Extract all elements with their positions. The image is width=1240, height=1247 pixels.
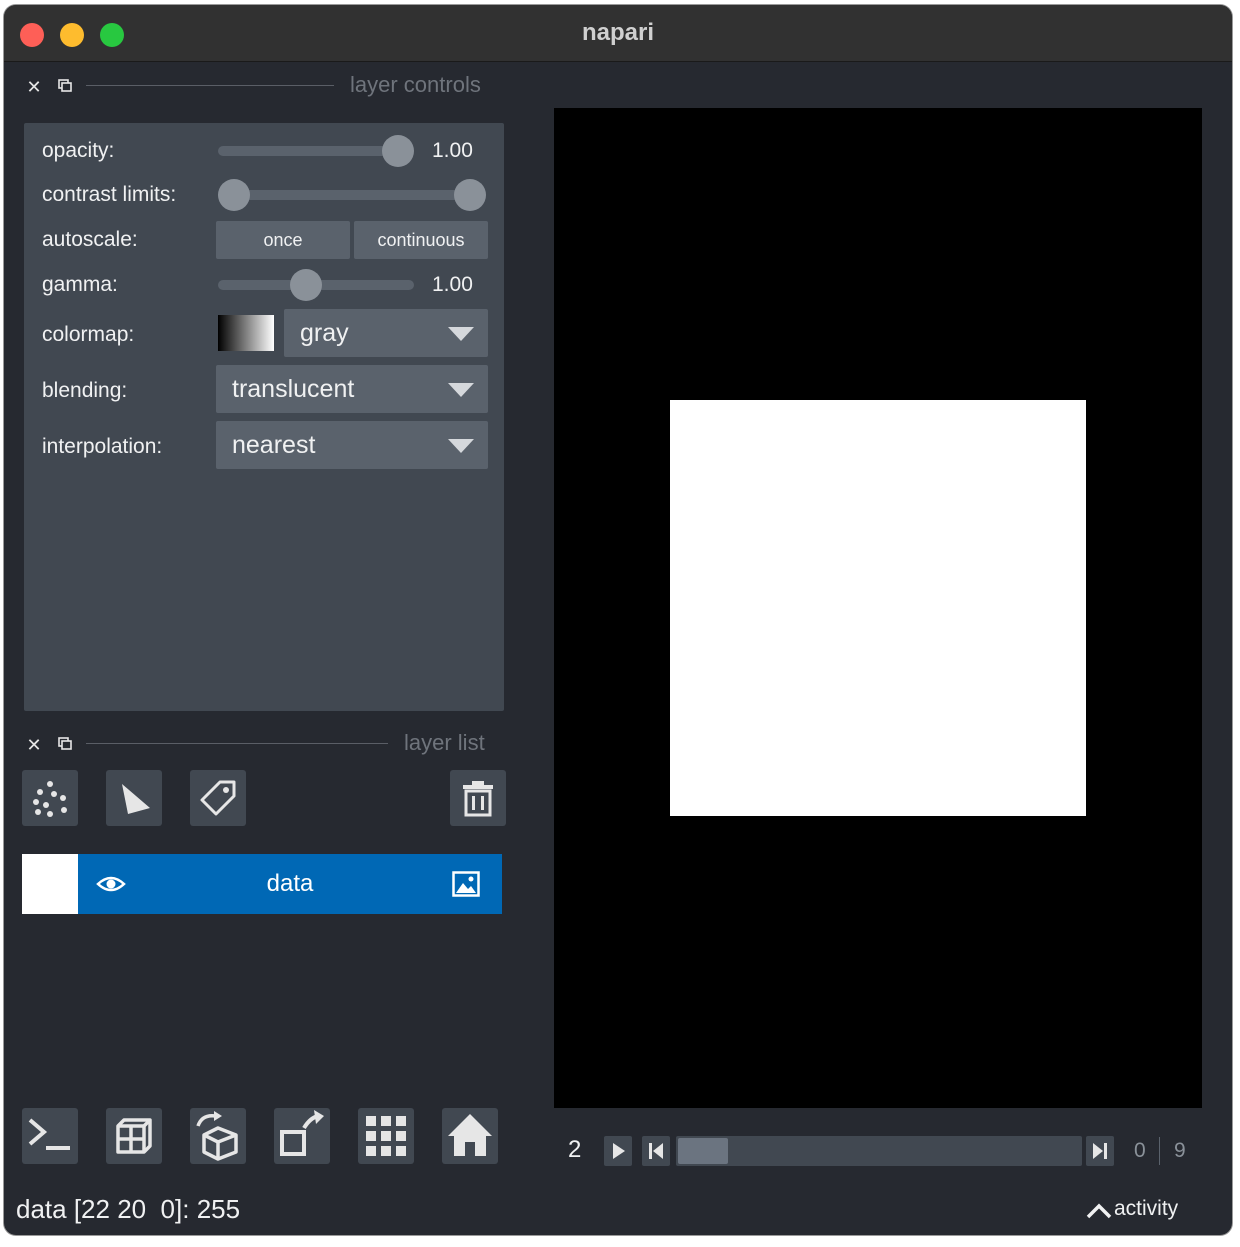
roll-dimensions-button[interactable] — [190, 1108, 246, 1164]
interpolation-label: interpolation: — [42, 435, 163, 458]
opacity-value: 1.00 — [432, 139, 473, 162]
image-icon — [452, 871, 480, 897]
step-forward-button[interactable] — [1086, 1136, 1114, 1166]
blending-dropdown[interactable]: translucent — [216, 365, 488, 413]
dims-slider-handle[interactable] — [678, 1138, 728, 1164]
play-button[interactable] — [604, 1136, 632, 1166]
step-back-button[interactable] — [642, 1136, 670, 1166]
dock-divider — [86, 85, 334, 86]
opacity-label: opacity: — [42, 139, 115, 162]
grid-view-button[interactable] — [358, 1108, 414, 1164]
dock-divider — [86, 743, 388, 744]
transpose-dimensions-button[interactable] — [274, 1108, 330, 1164]
trash-icon — [463, 781, 493, 817]
chevron-down-icon — [448, 327, 474, 341]
layer-name[interactable]: data — [78, 870, 502, 898]
gamma-value: 1.00 — [432, 273, 473, 296]
image-data-square — [670, 400, 1086, 816]
contrast-limits-label: contrast limits: — [42, 183, 177, 206]
float-dock-icon[interactable] — [58, 79, 72, 93]
new-shapes-layer-button[interactable] — [106, 770, 162, 826]
skip-forward-icon — [1093, 1143, 1107, 1159]
console-icon — [28, 1118, 70, 1150]
interpolation-dropdown[interactable]: nearest — [216, 421, 488, 469]
delete-layer-button[interactable] — [450, 770, 506, 826]
roll-icon — [196, 1111, 238, 1161]
close-dock-icon[interactable]: ✕ — [26, 78, 42, 96]
transpose-icon — [280, 1110, 324, 1156]
contrast-limits-low-handle[interactable] — [218, 179, 250, 211]
range-divider — [1159, 1137, 1160, 1165]
float-dock-icon[interactable] — [58, 737, 72, 751]
layer-thumbnail — [22, 854, 78, 914]
console-button[interactable] — [22, 1108, 78, 1164]
skip-back-icon — [649, 1143, 663, 1159]
autoscale-label: autoscale: — [42, 228, 138, 251]
autoscale-once-button[interactable]: once — [216, 221, 350, 259]
dims-current-index: 2 — [568, 1136, 582, 1163]
contrast-limits-high-handle[interactable] — [454, 179, 486, 211]
colormap-value: gray — [300, 319, 349, 347]
layer-controls-title: layer controls — [350, 72, 481, 97]
colormap-dropdown[interactable]: gray — [284, 309, 488, 357]
ndisplay-button[interactable] — [106, 1108, 162, 1164]
layer-item-data[interactable]: data — [22, 854, 502, 914]
play-icon — [613, 1143, 625, 1159]
layer-controls-dock-header: ✕ layer controls — [4, 71, 504, 101]
status-text: data [22 20 0]: 255 — [16, 1194, 241, 1224]
labels-icon — [200, 780, 236, 816]
interpolation-value: nearest — [232, 431, 316, 459]
chevron-down-icon — [448, 383, 474, 397]
autoscale-continuous-button[interactable]: continuous — [354, 221, 488, 259]
blending-value: translucent — [232, 375, 355, 403]
close-dock-icon[interactable]: ✕ — [26, 736, 42, 754]
viewer-canvas[interactable] — [554, 108, 1202, 1108]
shapes-icon — [122, 784, 150, 814]
dims-max: 9 — [1174, 1139, 1186, 1162]
chevron-up-icon — [1086, 1203, 1112, 1219]
layer-list-dock-header: ✕ layer list — [4, 729, 504, 759]
new-labels-layer-button[interactable] — [190, 770, 246, 826]
dims-slider-track[interactable] — [676, 1136, 1082, 1166]
dims-min: 0 — [1134, 1139, 1146, 1162]
napari-window: napari ✕ layer controls opacity: 1.00 co… — [4, 5, 1232, 1235]
grid-icon — [366, 1116, 406, 1156]
blending-label: blending: — [42, 379, 128, 402]
activity-label: activity — [1114, 1197, 1179, 1220]
title-bar: napari — [4, 5, 1232, 62]
points-icon — [33, 781, 67, 817]
colormap-swatch[interactable] — [218, 315, 274, 351]
opacity-slider-track[interactable] — [218, 146, 398, 156]
contrast-limits-track[interactable] — [218, 190, 484, 200]
ndisplay-icon — [116, 1118, 152, 1154]
opacity-slider-handle[interactable] — [382, 135, 414, 167]
layer-list-title: layer list — [404, 730, 485, 755]
home-button[interactable] — [442, 1108, 498, 1164]
chevron-down-icon — [448, 439, 474, 453]
gamma-label: gamma: — [42, 273, 118, 296]
colormap-label: colormap: — [42, 323, 135, 346]
home-icon — [448, 1114, 492, 1156]
new-points-layer-button[interactable] — [22, 770, 78, 826]
layer-controls-panel: opacity: 1.00 contrast limits: autoscale… — [24, 123, 504, 711]
gamma-slider-handle[interactable] — [290, 269, 322, 301]
window-title: napari — [581, 19, 655, 46]
layer-selected-row[interactable]: data — [78, 854, 502, 914]
